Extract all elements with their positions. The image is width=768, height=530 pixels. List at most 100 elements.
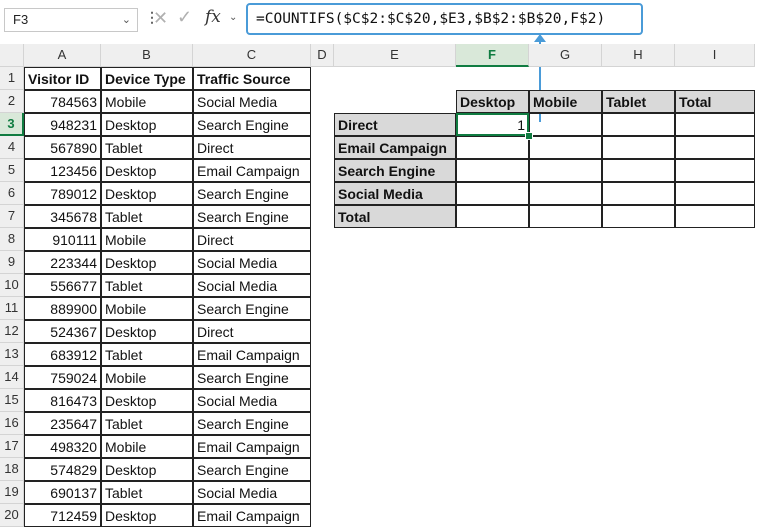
data-cell[interactable]: Tablet bbox=[101, 481, 193, 504]
data-cell[interactable]: Desktop bbox=[101, 251, 193, 274]
data-cell[interactable]: 759024 bbox=[24, 366, 101, 389]
data-cell[interactable]: 889900 bbox=[24, 297, 101, 320]
summary-cell[interactable] bbox=[529, 182, 602, 205]
row-header-5[interactable]: 5 bbox=[0, 159, 24, 182]
data-cell[interactable]: 567890 bbox=[24, 136, 101, 159]
row-header-12[interactable]: 12 bbox=[0, 320, 24, 343]
data-cell[interactable]: 690137 bbox=[24, 481, 101, 504]
data-cell[interactable]: Desktop bbox=[101, 458, 193, 481]
column-header-d[interactable]: D bbox=[311, 44, 334, 67]
data-cell[interactable]: 574829 bbox=[24, 458, 101, 481]
insert-function-icon[interactable]: fx bbox=[205, 7, 221, 27]
summary-row-header[interactable]: Email Campaign bbox=[334, 136, 456, 159]
data-cell[interactable]: 948231 bbox=[24, 113, 101, 136]
row-header-8[interactable]: 8 bbox=[0, 228, 24, 251]
row-header-16[interactable]: 16 bbox=[0, 412, 24, 435]
data-cell[interactable]: Search Engine bbox=[193, 113, 311, 136]
summary-col-header[interactable]: Desktop bbox=[456, 90, 529, 113]
row-header-1[interactable]: 1 bbox=[0, 67, 24, 90]
summary-row-header[interactable]: Search Engine bbox=[334, 159, 456, 182]
data-cell[interactable]: 524367 bbox=[24, 320, 101, 343]
data-cell[interactable]: Mobile bbox=[101, 90, 193, 113]
data-cell[interactable]: Search Engine bbox=[193, 182, 311, 205]
data-cell[interactable]: Social Media bbox=[193, 251, 311, 274]
summary-cell[interactable] bbox=[529, 136, 602, 159]
data-cell[interactable]: Tablet bbox=[101, 136, 193, 159]
data-cell[interactable]: 498320 bbox=[24, 435, 101, 458]
column-header-i[interactable]: I bbox=[675, 44, 755, 67]
row-header-20[interactable]: 20 bbox=[0, 504, 24, 527]
summary-cell[interactable] bbox=[675, 113, 755, 136]
column-header-a[interactable]: A bbox=[24, 44, 101, 67]
data-cell[interactable]: Social Media bbox=[193, 481, 311, 504]
data-cell[interactable]: Direct bbox=[193, 320, 311, 343]
summary-cell[interactable] bbox=[602, 182, 675, 205]
data-cell[interactable]: Email Campaign bbox=[193, 435, 311, 458]
row-header-9[interactable]: 9 bbox=[0, 251, 24, 274]
summary-cell[interactable] bbox=[602, 159, 675, 182]
data-cell[interactable]: 345678 bbox=[24, 205, 101, 228]
data-cell[interactable]: Direct bbox=[193, 228, 311, 251]
name-box[interactable]: F3 ⌄ bbox=[4, 8, 138, 32]
summary-row-header[interactable]: Social Media bbox=[334, 182, 456, 205]
summary-cell[interactable] bbox=[675, 159, 755, 182]
row-header-15[interactable]: 15 bbox=[0, 389, 24, 412]
summary-cell[interactable] bbox=[675, 205, 755, 228]
data-cell[interactable]: Mobile bbox=[101, 228, 193, 251]
row-header-13[interactable]: 13 bbox=[0, 343, 24, 366]
data-cell[interactable]: Social Media bbox=[193, 389, 311, 412]
data-cell[interactable]: Email Campaign bbox=[193, 504, 311, 527]
data-cell[interactable]: 712459 bbox=[24, 504, 101, 527]
data-cell[interactable]: 683912 bbox=[24, 343, 101, 366]
data-cell[interactable]: Social Media bbox=[193, 90, 311, 113]
column-header-f[interactable]: F bbox=[456, 44, 529, 67]
row-header-19[interactable]: 19 bbox=[0, 481, 24, 504]
summary-cell[interactable] bbox=[675, 182, 755, 205]
row-header-17[interactable]: 17 bbox=[0, 435, 24, 458]
summary-cell[interactable] bbox=[529, 113, 602, 136]
data-header[interactable]: Traffic Source bbox=[193, 67, 311, 90]
summary-cell[interactable] bbox=[529, 205, 602, 228]
data-cell[interactable]: Search Engine bbox=[193, 366, 311, 389]
summary-cell[interactable] bbox=[602, 136, 675, 159]
select-all-corner[interactable] bbox=[0, 44, 24, 67]
data-cell[interactable]: 910111 bbox=[24, 228, 101, 251]
row-header-18[interactable]: 18 bbox=[0, 458, 24, 481]
row-header-4[interactable]: 4 bbox=[0, 136, 24, 159]
data-cell[interactable]: Desktop bbox=[101, 159, 193, 182]
column-header-b[interactable]: B bbox=[101, 44, 193, 67]
fill-handle[interactable] bbox=[525, 132, 533, 140]
active-cell-f3[interactable]: 1 bbox=[456, 113, 529, 136]
data-cell[interactable]: Desktop bbox=[101, 182, 193, 205]
row-header-6[interactable]: 6 bbox=[0, 182, 24, 205]
data-cell[interactable]: Mobile bbox=[101, 366, 193, 389]
summary-cell[interactable] bbox=[456, 136, 529, 159]
data-cell[interactable]: Search Engine bbox=[193, 458, 311, 481]
column-header-h[interactable]: H bbox=[602, 44, 675, 67]
row-header-10[interactable]: 10 bbox=[0, 274, 24, 297]
summary-col-header[interactable]: Total bbox=[675, 90, 755, 113]
data-cell[interactable]: Tablet bbox=[101, 205, 193, 228]
data-cell[interactable]: 789012 bbox=[24, 182, 101, 205]
chevron-down-icon[interactable]: ⌄ bbox=[229, 12, 237, 23]
data-cell[interactable]: Search Engine bbox=[193, 205, 311, 228]
data-cell[interactable]: Email Campaign bbox=[193, 343, 311, 366]
summary-cell[interactable] bbox=[456, 182, 529, 205]
row-header-3[interactable]: 3 bbox=[0, 113, 24, 136]
data-cell[interactable]: Mobile bbox=[101, 297, 193, 320]
data-cell[interactable]: Desktop bbox=[101, 320, 193, 343]
column-header-c[interactable]: C bbox=[193, 44, 311, 67]
data-cell[interactable]: 235647 bbox=[24, 412, 101, 435]
data-cell[interactable]: Social Media bbox=[193, 274, 311, 297]
summary-cell[interactable] bbox=[456, 159, 529, 182]
summary-cell[interactable] bbox=[675, 136, 755, 159]
chevron-down-icon[interactable]: ⌄ bbox=[122, 9, 131, 31]
row-header-7[interactable]: 7 bbox=[0, 205, 24, 228]
data-header[interactable]: Device Type bbox=[101, 67, 193, 90]
row-header-14[interactable]: 14 bbox=[0, 366, 24, 389]
data-header[interactable]: Visitor ID bbox=[24, 67, 101, 90]
cancel-icon[interactable]: ✕ bbox=[153, 8, 168, 29]
data-cell[interactable]: Desktop bbox=[101, 389, 193, 412]
data-cell[interactable]: Direct bbox=[193, 136, 311, 159]
summary-cell[interactable] bbox=[456, 205, 529, 228]
